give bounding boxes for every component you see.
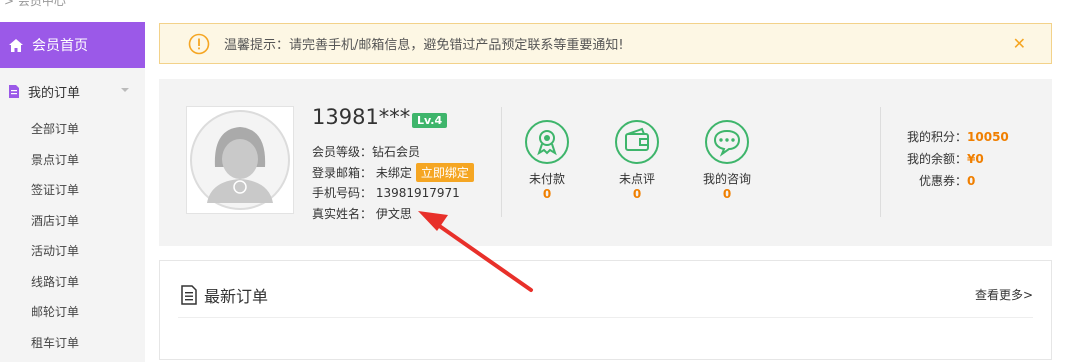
- level-badge: Lv.4: [412, 113, 448, 128]
- stat-label: 我的咨询: [702, 172, 751, 186]
- wallet-icon: [615, 120, 659, 164]
- points-label: 我的积分：: [907, 130, 968, 144]
- sidebar-item-car-rental-orders[interactable]: 租车订单: [0, 328, 145, 359]
- sidebar-item-attraction-orders[interactable]: 景点订单: [0, 145, 145, 176]
- member-level: 会员等级：钻石会员: [312, 145, 421, 159]
- points-value: 10050: [967, 130, 1009, 144]
- award-icon: [525, 120, 569, 164]
- sidebar-item-orders[interactable]: 我的订单: [0, 68, 145, 114]
- stat-label: 未付款: [528, 172, 565, 186]
- latest-orders-title: 最新订单: [180, 283, 268, 307]
- coupon-row: 优惠券：0: [907, 170, 1009, 192]
- divider: [501, 107, 502, 217]
- email-status: 登录邮箱： 未绑定: [312, 166, 412, 180]
- section-title: 最新订单: [204, 287, 269, 306]
- coupon-label: 优惠券：: [919, 174, 968, 188]
- account-summary: 我的积分：10050 我的余额：¥0 优惠券：0: [907, 126, 1009, 192]
- stat-value: 0: [722, 187, 732, 201]
- view-more-link[interactable]: 查看更多>: [975, 286, 1033, 303]
- balance-label: 我的余额：: [907, 152, 968, 166]
- stat-value: 0: [542, 187, 552, 201]
- balance-value: ¥0: [967, 152, 984, 166]
- sidebar: 会员首页 我的订单 全部订单 景点订单 签证订单 酒店订单 活动订单 线路订单 …: [0, 22, 145, 362]
- sidebar-item-visa-orders[interactable]: 签证订单: [0, 175, 145, 206]
- exclamation-icon: [188, 33, 210, 54]
- coupon-value: 0: [967, 174, 976, 188]
- divider: [880, 107, 881, 217]
- phone-number: 手机号码： 13981917971: [312, 186, 460, 200]
- home-icon: [9, 38, 23, 52]
- sidebar-item-all-orders[interactable]: 全部订单: [0, 114, 145, 145]
- sidebar-item-home[interactable]: 会员首页: [0, 22, 145, 68]
- username: 13981***: [312, 105, 411, 129]
- avatar[interactable]: [186, 106, 294, 214]
- stat-inquiries[interactable]: 我的咨询 0: [697, 119, 757, 201]
- stat-unpaid[interactable]: 未付款 0: [517, 119, 577, 201]
- sidebar-item-activity-orders[interactable]: 活动订单: [0, 236, 145, 267]
- sidebar-order-list: 全部订单 景点订单 签证订单 酒店订单 活动订单 线路订单 邮轮订单 租车订单: [0, 114, 145, 358]
- notice-text: 温馨提示：请完善手机/邮箱信息，避免错过产品预定联系等重要通知!: [224, 38, 624, 53]
- breadcrumb: > 会员中心: [4, 0, 66, 8]
- points-row: 我的积分：10050: [907, 126, 1009, 148]
- email-row: 登录邮箱： 未绑定 立即绑定: [312, 163, 474, 182]
- divider: [178, 317, 1033, 318]
- profile-card: 13981*** Lv.4 会员等级：钻石会员 登录邮箱： 未绑定 立即绑定 手机…: [159, 79, 1052, 246]
- sidebar-item-cruise-orders[interactable]: 邮轮订单: [0, 297, 145, 328]
- chat-icon: [705, 120, 749, 164]
- chevron-down-icon: [121, 88, 129, 92]
- stat-unreviewed[interactable]: 未点评 0: [607, 119, 667, 201]
- sidebar-item-route-orders[interactable]: 线路订单: [0, 267, 145, 298]
- document-icon: [9, 84, 19, 98]
- latest-orders-panel: 最新订单 查看更多>: [159, 260, 1052, 360]
- notice-bar: 温馨提示：请完善手机/邮箱信息，避免错过产品预定联系等重要通知! ✕: [159, 23, 1052, 64]
- sidebar-item-label: 我的订单: [28, 85, 81, 101]
- stat-label: 未点评: [618, 172, 655, 186]
- stat-value: 0: [632, 187, 642, 201]
- balance-row: 我的余额：¥0: [907, 148, 1009, 170]
- document-icon: [181, 285, 197, 305]
- close-icon[interactable]: ✕: [1013, 34, 1026, 53]
- bind-email-button[interactable]: 立即绑定: [415, 163, 474, 182]
- real-name: 真实姓名： 伊文思: [312, 207, 412, 221]
- sidebar-item-label: 会员首页: [32, 38, 88, 54]
- sidebar-item-hotel-orders[interactable]: 酒店订单: [0, 206, 145, 237]
